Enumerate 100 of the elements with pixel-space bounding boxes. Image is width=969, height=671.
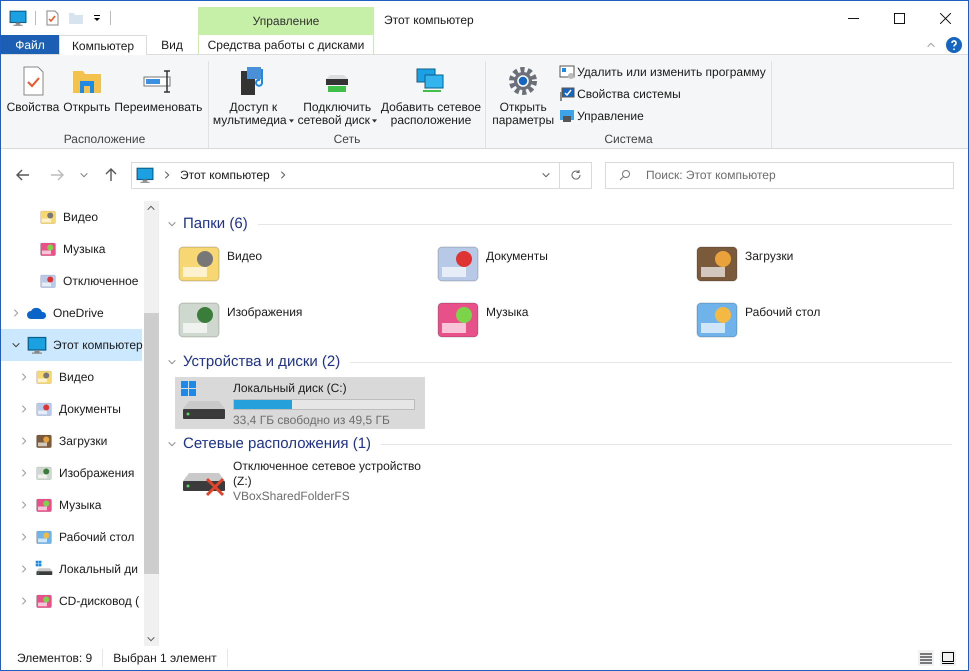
expand-chevron-icon[interactable] (19, 468, 29, 478)
monitor-icon (27, 335, 47, 355)
ribbon-small-button[interactable]: Удалить или изменить программу (559, 63, 766, 81)
expand-chevron-icon[interactable] (11, 308, 21, 318)
breadcrumb-chevron-icon[interactable] (162, 170, 172, 180)
tree-item[interactable]: Документы (1, 393, 142, 425)
address-field[interactable]: Этот компьютер (131, 162, 560, 188)
section-chevron-icon[interactable] (167, 439, 177, 449)
folder-item[interactable]: Видео (175, 237, 434, 293)
tree-item[interactable]: Изображения (1, 457, 142, 489)
list-icon (920, 652, 932, 664)
breadcrumb[interactable]: Этот компьютер (180, 166, 270, 184)
refresh-icon (570, 169, 582, 181)
folder-item[interactable]: Изображения (175, 293, 434, 349)
ribbon-tab[interactable]: Компьютер (59, 35, 147, 55)
expand-chevron-icon[interactable] (19, 532, 29, 542)
tree-item[interactable]: Видео (1, 361, 142, 393)
tree-item[interactable]: Видео (1, 201, 144, 233)
tree-item-label: Отключенное (63, 273, 138, 290)
tree-item-label: Изображения (59, 465, 134, 482)
scroll-up-icon[interactable] (146, 203, 156, 213)
section-chevron-icon[interactable] (167, 357, 177, 367)
tree-item-label: Видео (59, 369, 94, 386)
tree-item-label: Музыка (63, 241, 106, 258)
ribbon-button[interactable]: Переименовать (113, 61, 204, 130)
tree-item[interactable]: Музыка (1, 233, 144, 265)
tree-item[interactable]: Музыка (1, 489, 142, 521)
tree-item[interactable]: Рабочий стол (1, 521, 142, 553)
collapse-chevron-icon[interactable] (11, 340, 21, 350)
ribbon-button[interactable]: Добавить сетевое расположение (380, 61, 482, 130)
tree-item[interactable]: Локальный ди (1, 553, 142, 585)
tree-item[interactable]: Загрузки (1, 425, 142, 457)
item-name: Отключенное сетевое устройство (Z:) (233, 459, 421, 489)
expand-chevron-icon[interactable] (19, 436, 29, 446)
ribbon-button[interactable]: Свойства (6, 61, 60, 130)
checklist-icon[interactable] (44, 10, 60, 26)
tree-item[interactable]: Этот компьютер (1, 329, 142, 361)
drive-tile[interactable]: Локальный диск (C:) 33,4 ГБ свободно из 49,5 ГБ (175, 377, 425, 429)
folder-icon (35, 528, 53, 546)
tree-item-label: Документы (59, 401, 121, 418)
monitor-icon (559, 86, 576, 102)
dropdown-icon[interactable] (92, 13, 102, 23)
tree-item-label: Загрузки (59, 433, 108, 450)
folder-item[interactable]: Загрузки (693, 237, 952, 293)
tree-item-label: CD-дисковод ( (59, 593, 140, 610)
tiles-view-button[interactable] (940, 650, 956, 666)
monitor-icon (136, 166, 154, 184)
folder-item[interactable]: Музыка (434, 293, 693, 349)
network-item[interactable]: Отключенное сетевое устройство (Z:) VBoxSharedFolderFS (175, 457, 425, 504)
up-icon[interactable] (103, 167, 119, 183)
group-label: Сеть (332, 131, 362, 148)
details-view-button[interactable] (918, 650, 934, 666)
ribbon-small-button[interactable]: Управление (559, 107, 766, 125)
expand-chevron-icon[interactable] (19, 404, 29, 414)
close-icon[interactable] (940, 12, 950, 24)
refresh-button[interactable] (560, 162, 592, 188)
expand-chevron-icon[interactable] (19, 372, 29, 382)
group-label: Система (603, 131, 654, 148)
expand-chevron-icon[interactable] (19, 500, 29, 510)
forward-icon[interactable] (49, 167, 65, 183)
tree-item[interactable]: CD-дисковод ( (1, 585, 142, 617)
programs-icon (559, 64, 576, 80)
ribbon-tab[interactable]: Файл (1, 35, 59, 54)
folder-item[interactable]: Документы (434, 237, 693, 293)
drive-icon (35, 560, 53, 578)
expand-chevron-icon[interactable] (19, 564, 29, 574)
section-header[interactable]: Сетевые расположения (1) (183, 432, 372, 456)
folder-icon (39, 208, 57, 226)
search-field[interactable]: Поиск: Этот компьютер (605, 162, 954, 188)
section-chevron-icon[interactable] (167, 219, 177, 229)
window-title: Этот компьютер (383, 12, 474, 29)
scrollbar[interactable] (144, 201, 159, 646)
ribbon-tab[interactable]: Средства работы с дисками (198, 35, 374, 54)
ribbon-small-button[interactable]: Свойства системы (559, 85, 766, 103)
section-header[interactable]: Устройства и диски (2) (183, 350, 340, 374)
tile-icon (942, 652, 954, 664)
folder-item[interactable]: Рабочий стол (693, 293, 952, 349)
tree-item-label: Видео (63, 209, 98, 226)
ribbon-button[interactable]: Подключить сетевой диск (296, 61, 378, 130)
ribbon-button[interactable]: Открыть параметры (491, 61, 556, 130)
scroll-thumb[interactable] (144, 313, 158, 574)
recent-locations-icon[interactable] (79, 170, 89, 180)
tree-item-label: Этот компьютер (53, 337, 143, 354)
tree-item[interactable]: Отключенное (1, 265, 144, 297)
status-text: Элементов: 9 (17, 649, 104, 667)
tree-item-label: Рабочий стол (59, 529, 134, 546)
maximize-icon[interactable] (894, 12, 904, 24)
tree-item[interactable]: OneDrive (1, 297, 142, 329)
expand-chevron-icon[interactable] (19, 596, 29, 606)
context-group-header: Управление (198, 7, 374, 35)
ribbon-button[interactable]: Открыть (62, 61, 112, 130)
section-header[interactable]: Папки (6) (183, 212, 248, 236)
free-space: 33,4 ГБ свободно из 49,5 ГБ (233, 412, 391, 429)
help-icon[interactable] (946, 36, 962, 52)
address-dropdown-icon[interactable] (541, 170, 551, 180)
ribbon-button[interactable]: Доступ к мультимедиа (212, 61, 295, 130)
tree-item-label: Музыка (59, 497, 102, 514)
ribbon-tab[interactable]: Вид (147, 35, 197, 54)
back-icon[interactable] (15, 167, 31, 183)
scroll-down-icon[interactable] (146, 634, 156, 644)
